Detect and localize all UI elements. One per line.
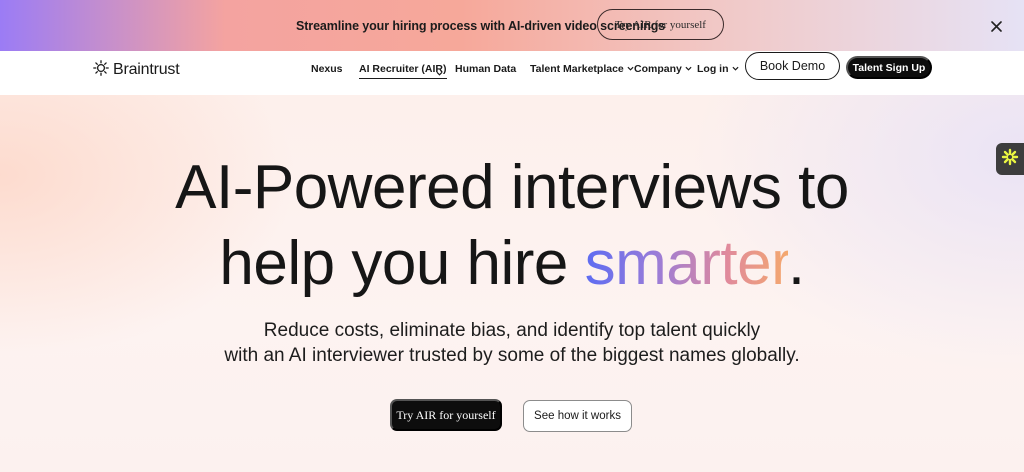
nav-label: Company xyxy=(634,63,682,75)
sun-logo-icon xyxy=(93,59,109,81)
asterisk-flower-icon xyxy=(1001,148,1019,171)
nav-label: Log in xyxy=(697,63,729,75)
hero-headline-line2: help you hire smarter. xyxy=(0,225,1024,303)
chevron-down-icon xyxy=(685,63,692,75)
chevron-down-icon[interactable] xyxy=(436,64,443,82)
headline-prefix: help you hire xyxy=(219,229,585,298)
banner-try-air-button[interactable]: Try AIR for yourself xyxy=(597,9,724,40)
nav-human-data[interactable]: Human Data xyxy=(455,63,516,75)
site-header: Braintrust Nexus AI Recruiter (AIR) Huma… xyxy=(0,51,1024,95)
try-air-button[interactable]: Try AIR for yourself xyxy=(390,399,502,431)
nav-talent-marketplace[interactable]: Talent Marketplace xyxy=(530,63,634,75)
headline-highlight-word: smarter xyxy=(584,229,789,298)
braintrust-logo[interactable]: Braintrust xyxy=(93,59,180,81)
chevron-down-icon xyxy=(731,63,739,75)
logo-text: Braintrust xyxy=(113,61,180,78)
announcement-banner: Streamline your hiring process with AI-d… xyxy=(0,0,1024,51)
book-demo-button[interactable]: Book Demo xyxy=(745,52,840,80)
hero-subtext-line2: with an AI interviewer trusted by some o… xyxy=(224,345,800,366)
hero-section: AI-Powered interviews to help you hire s… xyxy=(0,95,1024,472)
headline-suffix: . xyxy=(787,229,805,298)
talent-signup-button[interactable]: Talent Sign Up xyxy=(846,56,932,79)
chevron-down-icon xyxy=(627,63,634,75)
nav-label: Nexus xyxy=(311,63,343,75)
nav-ai-recruiter[interactable]: AI Recruiter (AIR) xyxy=(359,63,447,79)
nav-label: AI Recruiter (AIR) xyxy=(359,63,447,75)
close-icon[interactable] xyxy=(987,17,1005,35)
nav-label: Talent Marketplace xyxy=(530,63,624,75)
nav-log-in[interactable]: Log in xyxy=(697,63,739,75)
hero-headline-line1: AI-Powered interviews to xyxy=(175,153,849,222)
nav-label: Human Data xyxy=(455,63,517,75)
hero-subtext-line1: Reduce costs, eliminate bias, and identi… xyxy=(263,320,761,341)
nav-nexus[interactable]: Nexus xyxy=(311,63,343,75)
see-how-it-works-button[interactable]: See how it works xyxy=(523,400,632,432)
side-widget-button[interactable] xyxy=(996,143,1024,175)
nav-company[interactable]: Company xyxy=(634,63,692,75)
